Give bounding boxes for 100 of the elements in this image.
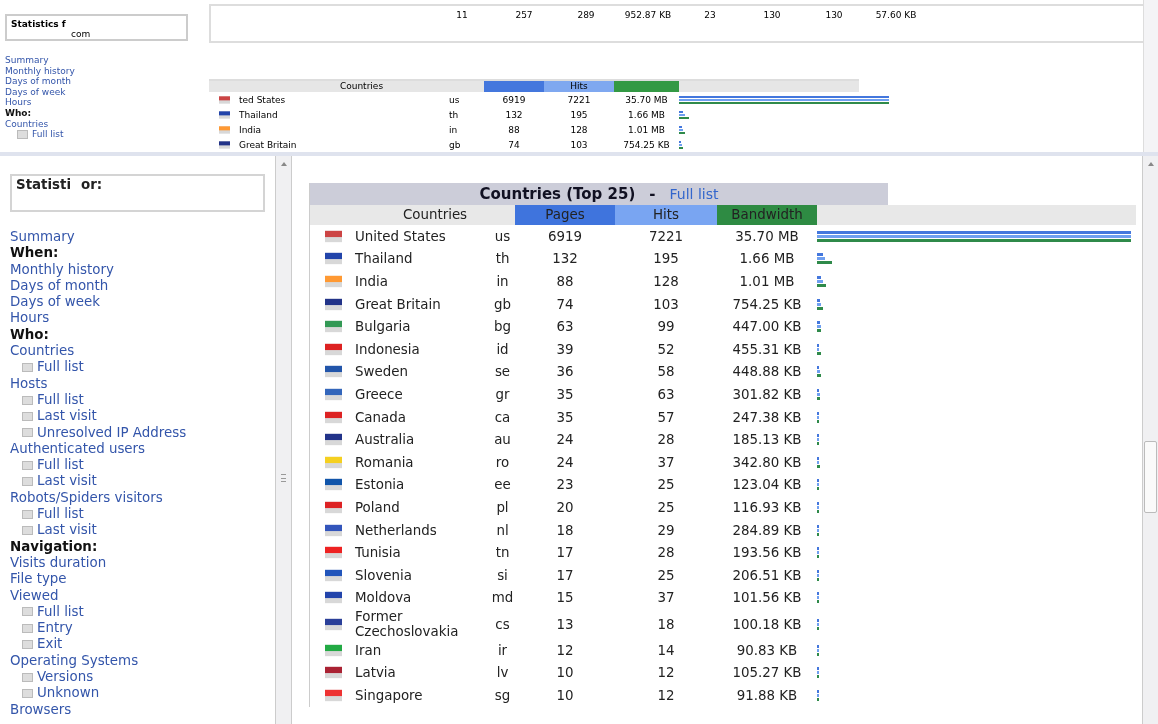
nav-link[interactable]: Hosts	[10, 375, 48, 392]
nav-link[interactable]: Summary	[10, 229, 75, 246]
scrollbar[interactable]	[275, 156, 292, 724]
hits-value: 58	[656, 364, 676, 380]
nav-link[interactable]: Countries	[10, 343, 75, 360]
nav-link[interactable]: Last visit	[37, 408, 97, 425]
nav-link[interactable]: Monthly history	[5, 65, 75, 77]
bandwidth-value: 1.01 MB	[738, 274, 796, 289]
country-name: Moldova	[355, 590, 413, 606]
country-code: ro	[494, 454, 511, 470]
bandwidth-value: 448.88 KB	[731, 364, 803, 380]
nav-link[interactable]: Viewed	[10, 587, 59, 604]
list-icon	[22, 411, 33, 421]
pages-value: 13	[555, 616, 575, 632]
summary-value: 130	[762, 10, 782, 22]
pages-value: 35	[555, 409, 575, 425]
country-code: gb	[449, 139, 462, 150]
hits-value: 37	[656, 454, 676, 470]
nav-heading: Who:	[10, 326, 50, 344]
summary-value: 130	[824, 10, 844, 22]
nav-link[interactable]: Hours	[10, 310, 50, 327]
nav-link[interactable]: Days of week	[5, 86, 66, 98]
nav-link[interactable]: Full list	[37, 603, 84, 621]
country-code: tn	[494, 545, 511, 561]
scroll-up-icon[interactable]	[1147, 162, 1154, 166]
list-icon	[22, 509, 33, 519]
country-name: Singapore	[355, 688, 424, 704]
list-icon	[22, 607, 33, 617]
nav-link[interactable]: Browsers	[10, 701, 72, 718]
scroll-thumb[interactable]	[1144, 441, 1157, 513]
bandwidth-value: 123.04 KB	[731, 477, 803, 493]
list-icon	[22, 477, 33, 487]
pages-bar	[679, 125, 682, 128]
nav-link[interactable]: Full list	[37, 457, 84, 474]
hits-bar	[817, 415, 820, 419]
nav-link[interactable]: Days of month	[5, 76, 72, 87]
nav-link[interactable]: Operating Systems	[10, 652, 139, 669]
nav-link[interactable]: Authenticated users	[10, 440, 146, 458]
bandwidth-bar	[817, 419, 820, 423]
separator-text: -	[649, 185, 656, 203]
nav-link[interactable]: Unknown	[37, 685, 100, 702]
nav-link[interactable]: Full list	[37, 359, 84, 376]
pages-value: 88	[555, 274, 575, 289]
bandwidth-bar	[817, 329, 821, 333]
bandwidth-value: 447.00 KB	[731, 319, 803, 335]
summary-value: 952.87 KB	[623, 10, 673, 22]
nav-link[interactable]: Robots/Spiders visitors	[10, 489, 163, 507]
country-name: Greece	[355, 386, 404, 402]
pages-value: 39	[555, 341, 575, 357]
nav-link[interactable]: Full list	[37, 506, 84, 523]
scrollbar[interactable]	[1142, 156, 1158, 724]
nav-link[interactable]: Versions	[37, 669, 94, 686]
nav-link[interactable]: Entry	[37, 620, 73, 637]
list-icon	[22, 640, 33, 650]
country-code: in	[495, 274, 510, 289]
hits-bar	[817, 392, 820, 396]
list-icon	[17, 129, 28, 139]
scrollbar[interactable]	[1143, 0, 1158, 152]
list-icon	[22, 623, 33, 633]
hits-bar	[817, 280, 823, 283]
nav-link[interactable]: Unresolved IP Address	[37, 424, 187, 441]
nav-link[interactable]: Monthly history	[10, 261, 114, 278]
pages-bar	[679, 110, 683, 113]
pages-value: 15	[555, 590, 575, 606]
hits-bar	[817, 347, 820, 351]
nav-heading: Who:	[5, 107, 33, 119]
pages-value: 10	[555, 688, 575, 704]
country-code: id	[495, 341, 510, 357]
bandwidth-value: 284.89 KB	[731, 522, 803, 538]
pages-value: 74	[555, 296, 575, 312]
country-code: md	[490, 590, 515, 606]
hits-bar	[679, 128, 683, 131]
nav-link[interactable]: File type	[10, 571, 67, 588]
country-code: sg	[493, 688, 512, 704]
nav-link[interactable]: Exit	[37, 636, 63, 653]
nav-link[interactable]: Last visit	[37, 473, 97, 490]
pages-bar	[817, 298, 821, 302]
nav-link[interactable]: Full list	[37, 391, 84, 409]
column-header: Countries	[401, 206, 469, 224]
nav-link[interactable]: Last visit	[37, 522, 97, 539]
pages-value: 23	[555, 477, 575, 493]
nav-link[interactable]: Full list	[32, 129, 64, 140]
nav-link[interactable]: Days of week	[10, 294, 101, 311]
hits-value: 103	[569, 139, 589, 150]
country-name: Canada	[355, 409, 407, 425]
country-code: us	[449, 94, 461, 105]
bandwidth-bar	[817, 532, 820, 536]
nav-link[interactable]: Hours	[5, 97, 32, 108]
scroll-up-icon[interactable]	[280, 162, 287, 166]
pages-bar	[817, 276, 821, 279]
nav-link[interactable]: Visits duration	[10, 554, 107, 572]
bandwidth-value: 90.83 KB	[735, 642, 799, 658]
nav-link[interactable]: Countries	[5, 118, 49, 130]
nav-link[interactable]: Days of month	[10, 277, 109, 295]
pages-bar	[817, 253, 823, 257]
hits-value: 195	[652, 251, 680, 267]
nav-link[interactable]: Summary	[5, 55, 49, 66]
country-name: India	[239, 124, 263, 135]
hits-bar	[817, 370, 820, 374]
full-list-link[interactable]: Full list	[669, 186, 719, 202]
